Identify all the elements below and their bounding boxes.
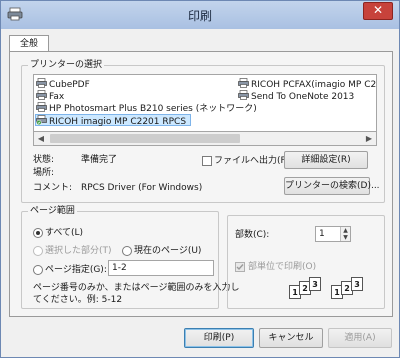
print-dialog: 印刷 ✕ 全般 プリンターの選択 CubePDF Fax HP Photosma… [0, 0, 400, 358]
selection-label[interactable]: 選択した部分(T) [45, 245, 112, 257]
copies-value: 1 [319, 229, 325, 239]
close-button[interactable]: ✕ [363, 2, 393, 20]
find-printer-button[interactable]: プリンターの検索(D)... [284, 177, 380, 195]
page-icon: 3 [309, 277, 321, 291]
printer-name: RICOH imagio MP C2201 RPCS [49, 117, 187, 127]
print-button[interactable]: 印刷(P) [184, 328, 254, 348]
default-printer-icon [36, 115, 47, 125]
check-icon [236, 264, 244, 271]
current-page-label[interactable]: 現在のページ(U) [134, 245, 201, 257]
printer-item-cubepdf[interactable]: CubePDF [36, 78, 90, 90]
spin-up-icon[interactable]: ▲ [340, 227, 350, 234]
location-label: 場所: [33, 168, 55, 178]
scroll-right-icon[interactable]: ▶ [362, 132, 376, 145]
page-icon: 3 [351, 277, 363, 291]
print-to-file-label[interactable]: ファイルへ出力(F) [214, 155, 289, 167]
scroll-left-icon[interactable]: ◀ [34, 132, 48, 145]
selection-radio[interactable] [33, 246, 43, 256]
printer-select-label: プリンターの選択 [28, 59, 105, 71]
page-range-label: ページ範囲 [28, 205, 77, 217]
printer-name: RICOH PCFAX(imagio MP C2 [251, 80, 377, 90]
printer-name: CubePDF [49, 80, 90, 90]
printer-list[interactable]: CubePDF Fax HP Photosmart Plus B210 seri… [33, 74, 377, 132]
advanced-settings-button[interactable]: 詳細設定(R) [284, 151, 368, 169]
scroll-thumb[interactable] [50, 134, 240, 143]
window-title: 印刷 [187, 9, 212, 23]
printer-name: Fax [49, 92, 65, 102]
printer-name: Send To OneNote 2013 [251, 92, 355, 102]
cancel-button[interactable]: キャンセル [259, 328, 323, 348]
page-spec-radio[interactable] [33, 265, 43, 275]
spin-down-icon[interactable]: ▼ [340, 234, 350, 241]
apply-button[interactable]: 適用(A) [328, 328, 392, 348]
collate-set-2-icon: 1 2 3 [331, 277, 367, 301]
printer-item-ricoh-mp-c2201[interactable]: RICOH imagio MP C2201 RPCS [35, 114, 192, 127]
page-spec-label[interactable]: ページ指定(G): [45, 264, 107, 276]
page-range-hint-line2: てください。例: 5-12 [33, 295, 123, 305]
printer-item-fax[interactable]: Fax [36, 90, 64, 102]
title-bar: 印刷 ✕ [1, 1, 399, 29]
tab-general[interactable]: 全般 [9, 35, 49, 52]
fax-printer-icon [238, 78, 249, 88]
printer-item-hp-photosmart[interactable]: HP Photosmart Plus B210 series (ネットワーク) [36, 102, 257, 114]
comment-value: RPCS Driver (For Windows) [81, 183, 203, 193]
comment-label: コメント: [33, 183, 73, 193]
printer-icon [36, 78, 47, 88]
page-range-input[interactable]: 1-2 [108, 260, 214, 276]
copies-input[interactable]: 1 ▲ ▼ [315, 226, 351, 242]
fax-icon [36, 90, 47, 100]
printer-icon [238, 90, 249, 100]
printer-item-ricoh-pcfax[interactable]: RICOH PCFAX(imagio MP C2 [238, 78, 376, 90]
printer-name: HP Photosmart Plus B210 series (ネットワーク) [49, 104, 257, 114]
copies-label: 部数(C): [235, 230, 270, 240]
print-to-file-checkbox[interactable] [202, 156, 212, 166]
collate-checkbox[interactable] [235, 262, 245, 272]
printer-list-scrollbar[interactable]: ◀ ▶ [33, 132, 377, 146]
collate-label[interactable]: 部単位で印刷(O) [248, 261, 316, 273]
current-page-radio[interactable] [122, 246, 132, 256]
collate-set-1-icon: 1 2 3 [289, 277, 325, 301]
network-printer-icon [36, 102, 47, 112]
status-value: 準備完了 [81, 155, 118, 165]
all-pages-label[interactable]: すべて(L) [45, 227, 83, 239]
printer-item-onenote[interactable]: Send To OneNote 2013 [238, 90, 354, 102]
status-label: 状態: [33, 155, 55, 165]
all-pages-radio[interactable] [33, 228, 43, 238]
page-range-hint-line1: ページ番号のみか、またはページ範囲のみを入力し [33, 283, 240, 293]
